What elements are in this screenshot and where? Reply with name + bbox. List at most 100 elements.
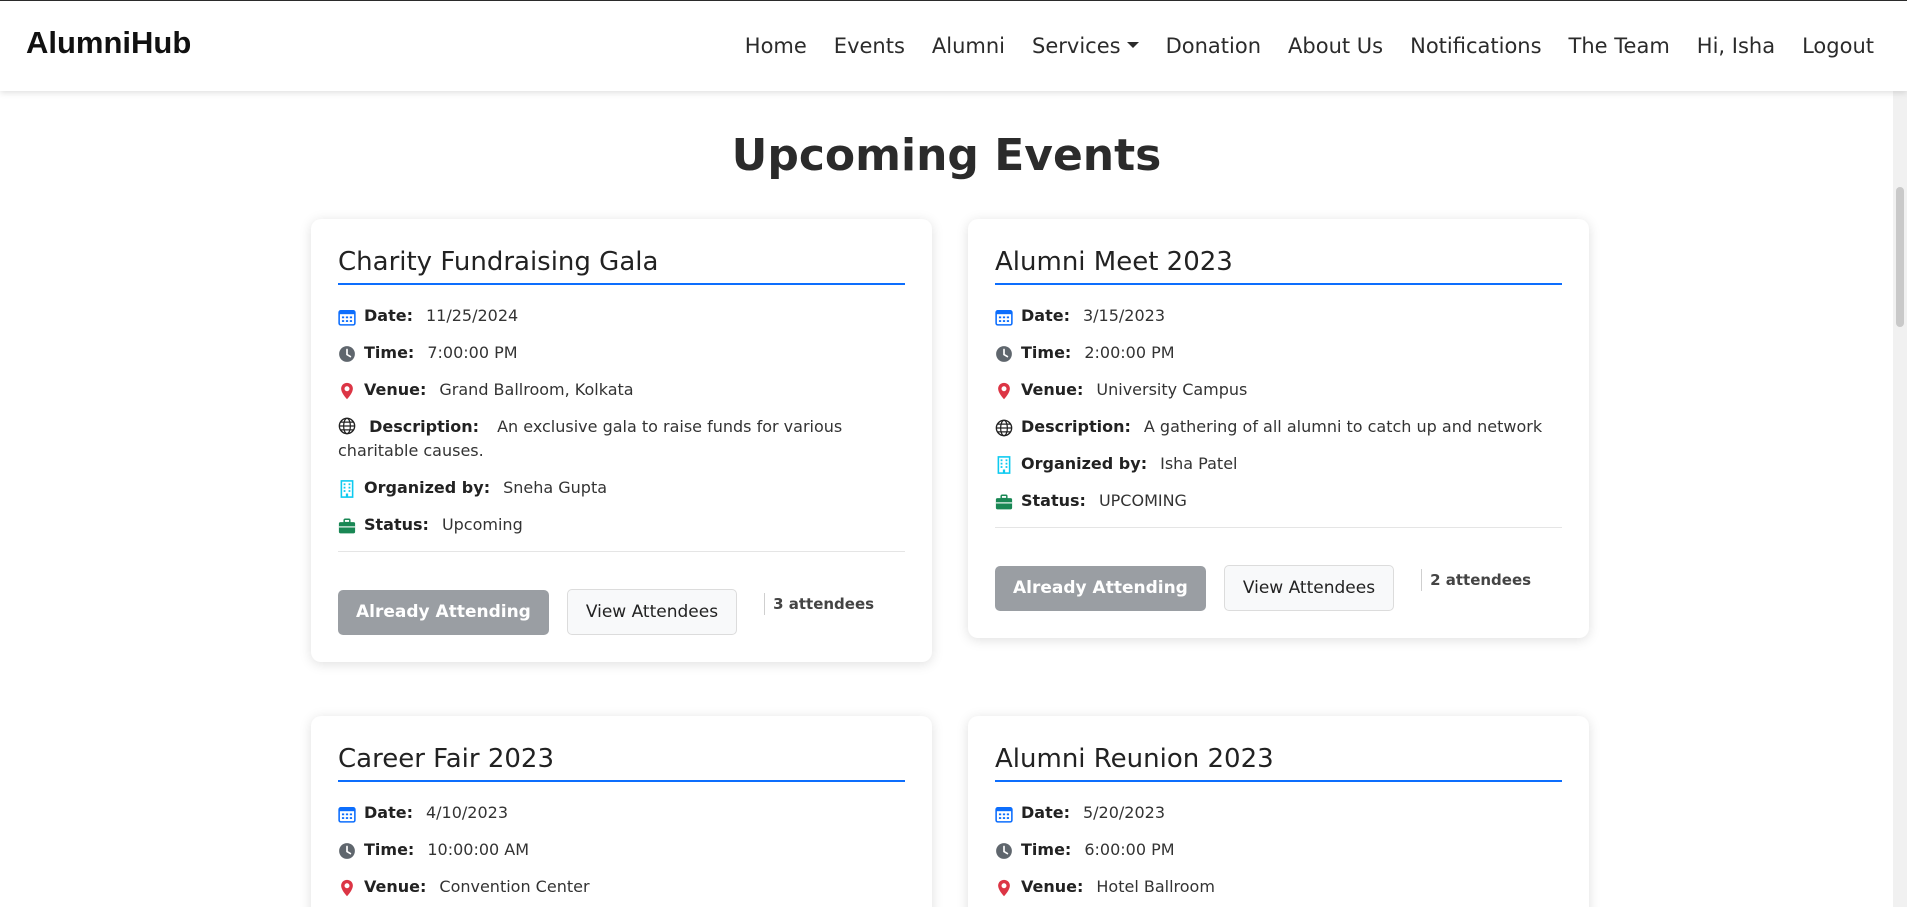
nav-team[interactable]: The Team <box>1569 34 1670 58</box>
nav-user-greeting[interactable]: Hi, Isha <box>1697 34 1775 58</box>
clock-icon <box>339 346 355 362</box>
event-description-row: Description: An exclusive gala to raise … <box>338 415 905 463</box>
view-attendees-button[interactable]: View Attendees <box>1223 565 1395 611</box>
calendar-icon <box>338 310 356 326</box>
clock-icon <box>996 843 1012 859</box>
event-venue: Grand Ballroom, Kolkata <box>439 380 634 399</box>
event-venue: Convention Center <box>439 877 590 896</box>
briefcase-icon <box>995 494 1013 510</box>
event-date-row: Date: 5/20/2023 <box>995 801 1562 825</box>
venue-label: Venue: <box>1021 380 1084 399</box>
event-card: Charity Fundraising Gala Date: 11/25/202… <box>311 219 932 662</box>
time-label: Time: <box>364 343 415 362</box>
event-title: Alumni Reunion 2023 <box>995 744 1562 782</box>
event-time-row: Time: 6:00:00 PM <box>995 838 1562 862</box>
venue-label: Venue: <box>364 380 427 399</box>
event-venue: Hotel Ballroom <box>1096 877 1215 896</box>
nav-menu: Home Events Alumni Services Donation Abo… <box>718 34 1874 58</box>
nav-home[interactable]: Home <box>745 34 807 58</box>
event-organizer-row: Organized by: Sneha Gupta <box>338 476 905 500</box>
briefcase-icon <box>338 518 356 534</box>
already-attending-button[interactable]: Already Attending <box>995 565 1206 611</box>
event-venue: University Campus <box>1096 380 1248 399</box>
venue-label: Venue: <box>364 877 427 896</box>
event-date: 5/20/2023 <box>1082 803 1166 822</box>
status-label: Status: <box>1021 491 1086 510</box>
time-label: Time: <box>364 840 415 859</box>
brand-logo[interactable]: AlumniHub <box>26 25 191 61</box>
event-time: 10:00:00 AM <box>427 840 530 859</box>
event-venue-row: Venue: Hotel Ballroom <box>995 875 1562 899</box>
organizer-label: Organized by: <box>364 478 491 497</box>
time-label: Time: <box>1021 840 1072 859</box>
event-date: 3/15/2023 <box>1082 306 1166 325</box>
date-label: Date: <box>1021 306 1070 325</box>
map-pin-icon <box>341 879 353 897</box>
scrollbar-thumb[interactable] <box>1896 187 1904 327</box>
date-label: Date: <box>1021 803 1070 822</box>
event-title: Alumni Meet 2023 <box>995 247 1562 285</box>
date-label: Date: <box>364 306 413 325</box>
clock-icon <box>996 346 1012 362</box>
calendar-icon <box>995 807 1013 823</box>
description-label: Description: <box>369 417 479 436</box>
date-label: Date: <box>364 803 413 822</box>
event-title: Charity Fundraising Gala <box>338 247 905 285</box>
event-time-row: Time: 2:00:00 PM <box>995 341 1562 365</box>
nav-notifications[interactable]: Notifications <box>1410 34 1541 58</box>
page-title: Upcoming Events <box>731 130 1162 181</box>
map-pin-icon <box>341 382 353 400</box>
event-date-row: Date: 11/25/2024 <box>338 304 905 328</box>
event-description: A gathering of all alumni to catch up an… <box>1143 417 1543 436</box>
event-status-row: Status: UPCOMING <box>995 489 1562 513</box>
event-venue-row: Venue: Grand Ballroom, Kolkata <box>338 378 905 402</box>
building-icon <box>997 456 1011 474</box>
building-icon <box>340 480 354 498</box>
nav-alumni[interactable]: Alumni <box>932 34 1005 58</box>
event-time-row: Time: 10:00:00 AM <box>338 838 905 862</box>
event-status-row: Status: Upcoming <box>338 513 905 537</box>
description-label: Description: <box>1021 417 1131 436</box>
event-title: Career Fair 2023 <box>338 744 905 782</box>
map-pin-icon <box>998 879 1010 897</box>
view-attendees-button[interactable]: View Attendees <box>566 589 738 635</box>
attendee-count: 3 attendees <box>764 593 874 615</box>
event-date-row: Date: 3/15/2023 <box>995 304 1562 328</box>
event-time: 7:00:00 PM <box>427 343 518 362</box>
already-attending-button[interactable]: Already Attending <box>338 589 549 635</box>
card-divider <box>995 527 1562 528</box>
event-time: 2:00:00 PM <box>1084 343 1175 362</box>
globe-icon <box>995 419 1013 437</box>
card-divider <box>338 551 905 552</box>
time-label: Time: <box>1021 343 1072 362</box>
event-date: 11/25/2024 <box>425 306 519 325</box>
venue-label: Venue: <box>1021 877 1084 896</box>
card-actions: Already Attending View Attendees 2 atten… <box>995 565 1562 638</box>
clock-icon <box>339 843 355 859</box>
event-organizer: Isha Patel <box>1160 454 1238 473</box>
page-scrollbar[interactable] <box>1893 91 1907 907</box>
calendar-icon <box>995 310 1013 326</box>
calendar-icon <box>338 807 356 823</box>
event-status: Upcoming <box>441 515 523 534</box>
nav-donation[interactable]: Donation <box>1166 34 1261 58</box>
nav-services-dropdown[interactable]: Services <box>1032 34 1139 58</box>
event-organizer: Sneha Gupta <box>503 478 608 497</box>
nav-events[interactable]: Events <box>834 34 905 58</box>
event-venue-row: Venue: University Campus <box>995 378 1562 402</box>
event-description-row: Description: A gathering of all alumni t… <box>995 415 1562 439</box>
top-navbar: AlumniHub Home Events Alumni Services Do… <box>0 0 1907 91</box>
chevron-down-icon <box>1126 42 1139 48</box>
event-card: Alumni Meet 2023 Date: 3/15/2023 Time: 2… <box>968 219 1589 638</box>
event-time-row: Time: 7:00:00 PM <box>338 341 905 365</box>
nav-logout[interactable]: Logout <box>1802 34 1874 58</box>
organizer-label: Organized by: <box>1021 454 1148 473</box>
map-pin-icon <box>998 382 1010 400</box>
event-date: 4/10/2023 <box>425 803 509 822</box>
nav-about[interactable]: About Us <box>1288 34 1383 58</box>
nav-services-label: Services <box>1032 34 1121 58</box>
event-organizer-row: Organized by: Isha Patel <box>995 452 1562 476</box>
event-card: Alumni Reunion 2023 Date: 5/20/2023 Time… <box>968 716 1589 907</box>
event-time: 6:00:00 PM <box>1084 840 1175 859</box>
status-label: Status: <box>364 515 429 534</box>
